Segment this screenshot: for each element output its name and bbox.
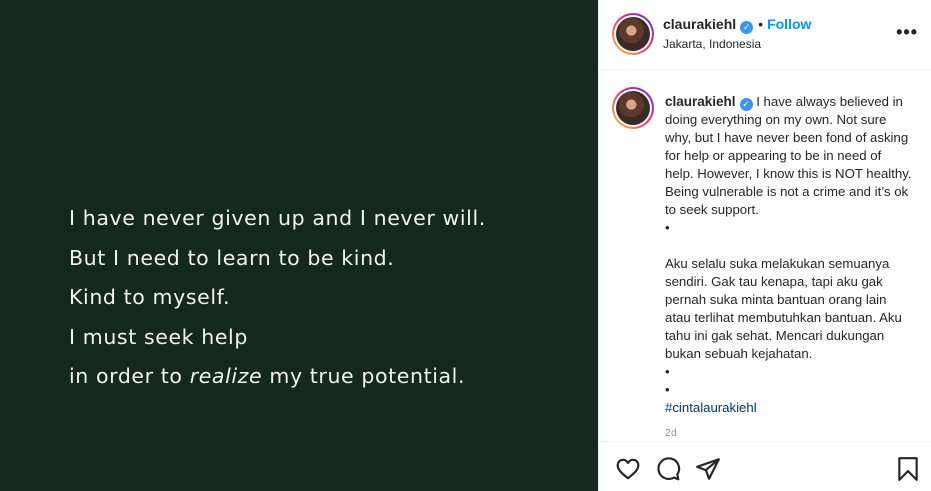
post-quote-text: I have never given up and I never will. …	[69, 199, 486, 397]
header-username[interactable]: claurakiehl	[663, 16, 736, 32]
header-separator: •	[758, 16, 764, 32]
caption-time-ago: 2d	[665, 428, 678, 439]
quote-last-italic: realize	[189, 364, 263, 388]
header-title-row: claurakiehl ✓ • Follow	[663, 16, 811, 34]
header-avatar[interactable]	[612, 13, 654, 55]
quote-last-suffix: my true potential.	[262, 364, 466, 388]
comment-icon[interactable]	[655, 456, 681, 482]
post-image[interactable]: I have never given up and I never will. …	[0, 0, 598, 491]
quote-line: Kind to myself.	[69, 285, 231, 309]
verified-badge-icon: ✓	[739, 98, 753, 111]
bookmark-icon[interactable]	[895, 456, 921, 482]
more-options-icon[interactable]: •••	[896, 22, 918, 43]
quote-line: But I need to learn to be kind.	[69, 245, 395, 270]
avatar-image	[616, 91, 650, 125]
action-bar	[599, 441, 931, 491]
caption-bullet: •	[665, 382, 670, 397]
heart-icon[interactable]	[615, 456, 641, 482]
share-icon[interactable]	[695, 456, 721, 482]
caption-bullet: •	[665, 220, 670, 235]
avatar-image	[616, 17, 650, 51]
hashtag-link[interactable]: #cintalaurakiehl	[665, 400, 757, 415]
post-sidebar: claurakiehl ✓ • Follow Jakarta, Indonesia •…	[598, 0, 931, 491]
quote-line: in order to realize my true potential.	[69, 357, 486, 397]
post-header: claurakiehl ✓ • Follow Jakarta, Indonesia •…	[599, 0, 931, 70]
caption-text-english: I have always believed in doing everythi…	[665, 94, 912, 217]
verified-badge-icon: ✓	[740, 21, 754, 34]
caption: claurakiehl ✓ I have always believed in d…	[665, 93, 913, 441]
location-link[interactable]: Jakarta, Indonesia	[663, 37, 761, 51]
caption-avatar[interactable]	[612, 87, 654, 129]
caption-username[interactable]: claurakiehl	[665, 94, 736, 109]
quote-last-prefix: in order to	[69, 364, 190, 388]
follow-button[interactable]: Follow	[767, 16, 811, 32]
comments-area[interactable]: claurakiehl ✓ I have always believed in d…	[599, 71, 931, 441]
caption-text-indonesian: Aku selalu suka melakukan semuanya sendi…	[665, 256, 902, 361]
quote-line: I have never given up and I never will.	[69, 206, 486, 230]
caption-bullet: •	[665, 364, 670, 379]
quote-line: I must seek help	[69, 324, 248, 349]
